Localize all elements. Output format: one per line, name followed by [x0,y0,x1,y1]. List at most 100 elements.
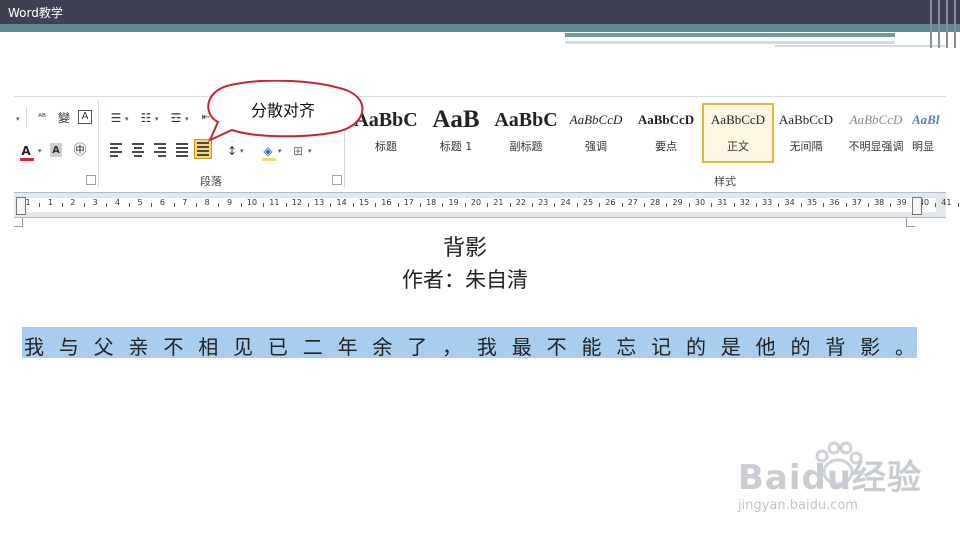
ruler-number: 31 [717,198,728,207]
font-color-swatch [20,158,34,161]
phonetic-guide-icon[interactable]: 變 [56,110,72,126]
bullets-icon[interactable]: ☰ [108,110,124,126]
ruler-number: 25 [582,198,594,207]
ruler-tick [756,203,757,207]
document-title: 背影 [442,236,487,261]
style-no-spacing[interactable]: AaBbCcD 无间隔 [772,105,840,161]
style-emphasis[interactable]: AaBbCcD 强调 [562,105,630,161]
dropdown-arrow-icon[interactable]: ▾ [125,115,129,123]
ruler-tick [352,203,354,207]
ruler-number: 1 [25,198,31,207]
ruler-tick [420,203,421,207]
font-dialog-launcher[interactable] [86,175,96,185]
ruler-tick [576,203,578,207]
indent-marker-icon[interactable] [16,197,26,215]
ruler-number: 18 [426,198,437,207]
ruler-number: 16 [381,198,392,207]
justify-button[interactable] [174,141,190,157]
ruler-tick [196,203,197,207]
numbering-icon[interactable]: ☷ [138,110,154,126]
dropdown-arrow-icon[interactable]: ▾ [308,147,312,155]
ruler-tick [173,203,175,207]
ruler-tick [644,203,645,207]
ruler-number: 33 [762,198,773,207]
document-char: 已 [267,335,288,359]
distributed-align-button[interactable] [194,139,212,159]
document-char: 的 [790,335,811,359]
line-spacing-icon[interactable]: ↕ [224,143,240,159]
character-shading-icon[interactable]: A [50,143,62,157]
paragraph-dialog-launcher[interactable] [332,175,342,185]
style-intense-emphasis[interactable]: AaBl 明显 [912,105,946,161]
ruler-number: 12 [291,198,302,207]
ruler-number: 37 [851,198,862,207]
right-indent-marker-icon[interactable] [912,197,922,215]
style-subtitle[interactable]: AaBbC 副标题 [492,105,560,161]
style-preview: AaBl [912,112,940,127]
ribbon: ▾ ᴬᴮ 變 A A ▾ A ㊥ ☰ ▾ ☷ ▾ ☲ ▾ ⇤ ↕ ▾ ◈ ▾ ⊞… [14,96,946,193]
ruler-tick [800,203,802,207]
ruler-number: 22 [515,198,526,207]
baidu-watermark: Baidu经验 jingyan.baidu.com [738,440,938,530]
font-color-icon[interactable]: A [18,143,34,159]
ruler-number: 7 [182,198,188,207]
dropdown-arrow-icon[interactable]: ▾ [185,115,189,123]
ruler-tick [330,203,332,207]
document-char: 余 [372,335,393,359]
ruler-number: 34 [784,198,795,207]
ruler-number: 38 [874,198,885,207]
ruler-tick [240,203,242,207]
dropdown-arrow-icon[interactable]: ▾ [155,115,159,123]
ruler-number: 28 [650,198,661,207]
paragraph-group-label: 段落 [200,175,222,188]
align-left-button[interactable] [108,141,124,157]
ruler-tick [845,203,847,207]
borders-icon[interactable]: ⊞ [290,143,306,159]
ruler-number: 36 [829,198,840,207]
style-heading-1[interactable]: AaB 标题 1 [422,105,490,161]
callout-text: 分散对齐 [250,101,315,120]
multilevel-list-icon[interactable]: ☲ [168,110,184,126]
document-char: 他 [755,335,776,359]
ruler-tick [84,203,85,207]
style-preview: AaBbCcD [637,112,695,127]
align-center-button[interactable] [130,141,146,157]
ruler-tick [868,203,869,207]
document-char: 影 [860,335,881,359]
enclose-characters-icon[interactable]: ㊥ [72,143,88,159]
character-border-icon[interactable]: A [78,110,92,124]
document-char: 最 [511,335,532,359]
ruler-number: 3 [92,198,98,207]
ruler-number: 41 [941,198,952,207]
horizontal-ruler[interactable]: 1 1 2 3 4 5 6 7 8 9 10 11 12 13 14 15 16 17 18 19 20 21 22 23 24… [14,192,959,218]
selected-text-line[interactable]: 我与父亲不相见已二年余了，我最不能忘记的是他的背影。 [22,327,917,359]
ruler-tick [397,203,399,207]
spellcheck-icon[interactable]: ᴬᴮ [34,110,50,126]
ruler-number: 10 [246,198,258,207]
document-char: 父 [93,335,114,359]
ruler-tick [308,203,309,207]
decorative-stripe [954,0,956,48]
ruler-tick [151,203,153,207]
ribbon-separator [26,107,27,127]
style-preview: AaB [432,106,480,133]
document-char: 背 [825,335,846,359]
document-char: 。 [895,335,915,359]
style-preview: AaBbCcD [778,112,834,127]
shading-icon[interactable]: ◈ [260,143,276,159]
ruler-tick [61,203,63,207]
decorative-line [565,33,895,37]
style-name: 标题 1 [439,140,473,153]
style-normal[interactable]: AaBbCcD 正文 [702,103,774,163]
ruler-number: 15 [358,198,370,207]
dropdown-arrow-icon[interactable]: ▾ [278,147,282,155]
style-strong[interactable]: AaBbCcD 要点 [632,105,700,161]
decorative-stripe [938,0,940,48]
dropdown-arrow-icon[interactable]: ▾ [38,147,42,155]
align-right-button[interactable] [152,141,168,157]
document-char: 我 [476,335,497,359]
style-subtle-emphasis[interactable]: AaBbCcD 不明显强调 [842,105,910,161]
dropdown-arrow-icon[interactable]: ▾ [16,115,20,123]
ruler-tick [487,203,489,207]
dropdown-arrow-icon[interactable]: ▾ [240,147,244,155]
